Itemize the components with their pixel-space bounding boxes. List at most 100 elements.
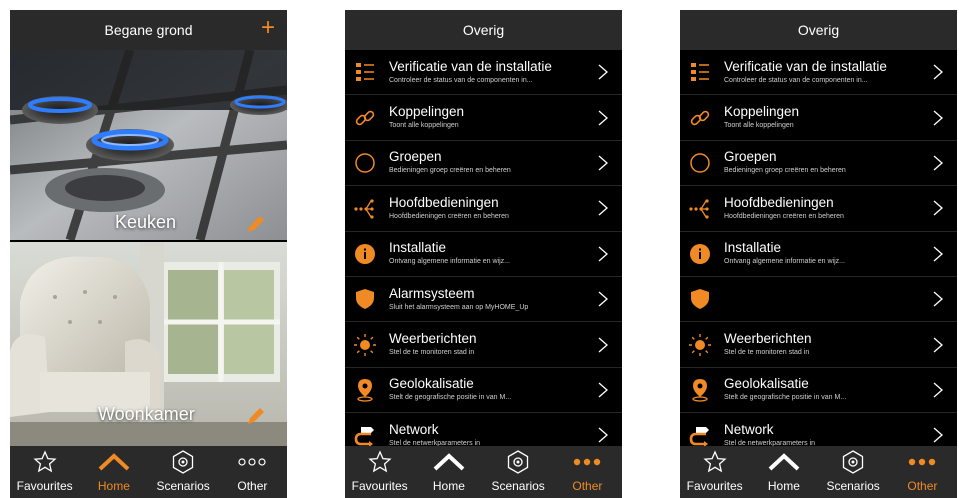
tab-home[interactable]: Home [79, 446, 148, 498]
item-title: Installatie [724, 240, 782, 256]
tab-bar: Favourites Home Scenarios Other [345, 446, 622, 498]
location-pin-icon [682, 368, 718, 412]
list-item[interactable]: Verificatie van de installatie Controlee… [345, 50, 622, 96]
list-item[interactable]: Groepen Bedieningen groep creëren en beh… [680, 141, 957, 187]
tab-other[interactable]: Other [553, 446, 622, 498]
item-title: Verificatie van de installatie [724, 58, 887, 74]
tab-home[interactable]: Home [414, 446, 483, 498]
chevron-right-icon [598, 382, 608, 398]
scenario-icon [506, 448, 530, 476]
item-title: Weerberichten [389, 331, 477, 347]
item-title: Groepen [724, 149, 777, 165]
tab-scenarios[interactable]: Scenarios [484, 446, 553, 498]
item-subtitle: Controleer de status van de componenten … [389, 76, 533, 84]
tab-other[interactable]: Other [218, 446, 287, 498]
item-title: Verificatie van de installatie [389, 58, 552, 74]
network-icon [347, 413, 383, 446]
tab-home[interactable]: Home [749, 446, 818, 498]
list-item[interactable]: Network Stel de netwerkparameters in [680, 413, 957, 446]
item-subtitle: Stel de netwerkparameters in [724, 439, 816, 446]
list-item[interactable]: Weerberichten Stel de te monitoren stad … [345, 322, 622, 368]
location-pin-icon [347, 368, 383, 412]
item-title: Koppelingen [724, 104, 800, 120]
list-item[interactable]: Hoofdbedieningen Hoofdbedieningen creëre… [680, 186, 957, 232]
pencil-icon[interactable] [245, 213, 267, 235]
top-bar: Overig [680, 10, 957, 50]
tab-label: Other [572, 479, 603, 493]
list-item[interactable]: Koppelingen Toont alle koppelingen [680, 95, 957, 141]
item-title: Alarmsysteem [389, 285, 475, 301]
tab-label: Scenarios [826, 479, 880, 493]
pencil-icon[interactable] [245, 405, 267, 427]
circle-icon [347, 141, 383, 185]
room-name: Woonkamer [98, 404, 195, 424]
star-icon [703, 448, 727, 476]
checklist-icon [347, 50, 383, 94]
home-icon [433, 448, 465, 476]
more-icon [238, 458, 266, 466]
list-item[interactable]: Installatie Ontvang algemene informatie … [680, 232, 957, 277]
more-icon [908, 448, 936, 476]
link-icon [347, 95, 383, 139]
list-item[interactable]: Groepen Bedieningen groep creëren en beh… [345, 141, 622, 187]
list-item[interactable]: Koppelingen Toont alle koppelingen [345, 95, 622, 141]
list-item[interactable]: Verificatie van de installatie Controlee… [680, 50, 957, 96]
item-title: Koppelingen [389, 104, 465, 120]
item-subtitle: Stelt de geografische positie in van M..… [724, 394, 847, 402]
checklist-icon [682, 50, 718, 94]
list-item[interactable]: Installatie Ontvang algemene informatie … [345, 232, 622, 277]
tab-favourites[interactable]: Favourites [10, 446, 79, 498]
home-screen: Begane grond + Keuken Woonkamer Favourit… [10, 10, 287, 498]
chevron-right-icon [933, 246, 943, 262]
sun-icon [347, 322, 383, 366]
page-title: Overig [462, 22, 505, 38]
info-icon [347, 232, 383, 276]
chevron-right-icon [933, 110, 943, 126]
item-title: Hoofdbedieningen [389, 194, 499, 210]
tab-favourites[interactable]: Favourites [345, 446, 414, 498]
list-item[interactable]: Network Stel de netwerkparameters in [345, 413, 622, 446]
item-title: Installatie [389, 240, 447, 256]
page-title: Overig [797, 22, 840, 38]
tab-other[interactable]: Other [888, 446, 957, 498]
item-subtitle: Sluit het alarmsysteem aan op MyHOME_Up [389, 303, 529, 311]
tab-label: Home [767, 479, 800, 493]
chevron-right-icon [598, 337, 608, 353]
top-bar: Overig [345, 10, 622, 50]
item-subtitle: Ontvang algemene informatie en wijz... [724, 258, 846, 266]
item-subtitle: Stel de te monitoren stad in [724, 349, 810, 357]
item-subtitle: Ontvang algemene informatie en wijz... [389, 258, 511, 266]
tab-scenarios[interactable]: Scenarios [149, 446, 218, 498]
chevron-right-icon [933, 155, 943, 171]
list-item[interactable]: Geolokalisatie Stelt de geografische pos… [345, 368, 622, 414]
tab-label: Home [432, 479, 465, 493]
other-screen: Overig Verificatie van de installatie Co… [680, 10, 957, 498]
info-icon [682, 232, 718, 276]
settings-list: Verificatie van de installatie Controlee… [680, 50, 957, 446]
room-card-keuken[interactable]: Keuken [10, 50, 287, 240]
list-item[interactable]: Weerberichten Stel de te monitoren stad … [680, 322, 957, 368]
tab-label: Scenarios [156, 479, 210, 493]
room-card-woonkamer[interactable]: Woonkamer [10, 242, 287, 446]
list-item[interactable]: Alarmsysteem Sluit het alarmsysteem aan … [345, 277, 622, 323]
tab-label: Other [907, 479, 938, 493]
list-item[interactable]: Geolokalisatie Stelt de geografische pos… [680, 368, 957, 414]
item-subtitle: Hoofdbedieningen creëren en beheren [389, 212, 509, 220]
list-item[interactable]: Hoofdbedieningen Hoofdbedieningen creëre… [345, 186, 622, 232]
link-icon [682, 95, 718, 139]
star-icon [33, 450, 57, 473]
item-subtitle: Hoofdbedieningen creëren en beheren [724, 212, 844, 220]
chevron-right-icon [933, 382, 943, 398]
tab-scenarios[interactable]: Scenarios [819, 446, 888, 498]
tab-favourites[interactable]: Favourites [680, 446, 749, 498]
other-screen: Overig Verificatie van de installatie Co… [345, 10, 622, 498]
list-item[interactable] [680, 277, 957, 323]
item-subtitle: Bedieningen groep creëren en beheren [389, 167, 511, 175]
item-title: Groepen [389, 149, 442, 165]
tab-bar: Favourites Home Scenarios Other [10, 446, 287, 498]
item-title: Hoofdbedieningen [724, 194, 834, 210]
circle-icon [682, 141, 718, 185]
master-control-icon [347, 186, 383, 230]
plus-icon[interactable]: + [261, 16, 275, 40]
star-icon [368, 448, 392, 476]
